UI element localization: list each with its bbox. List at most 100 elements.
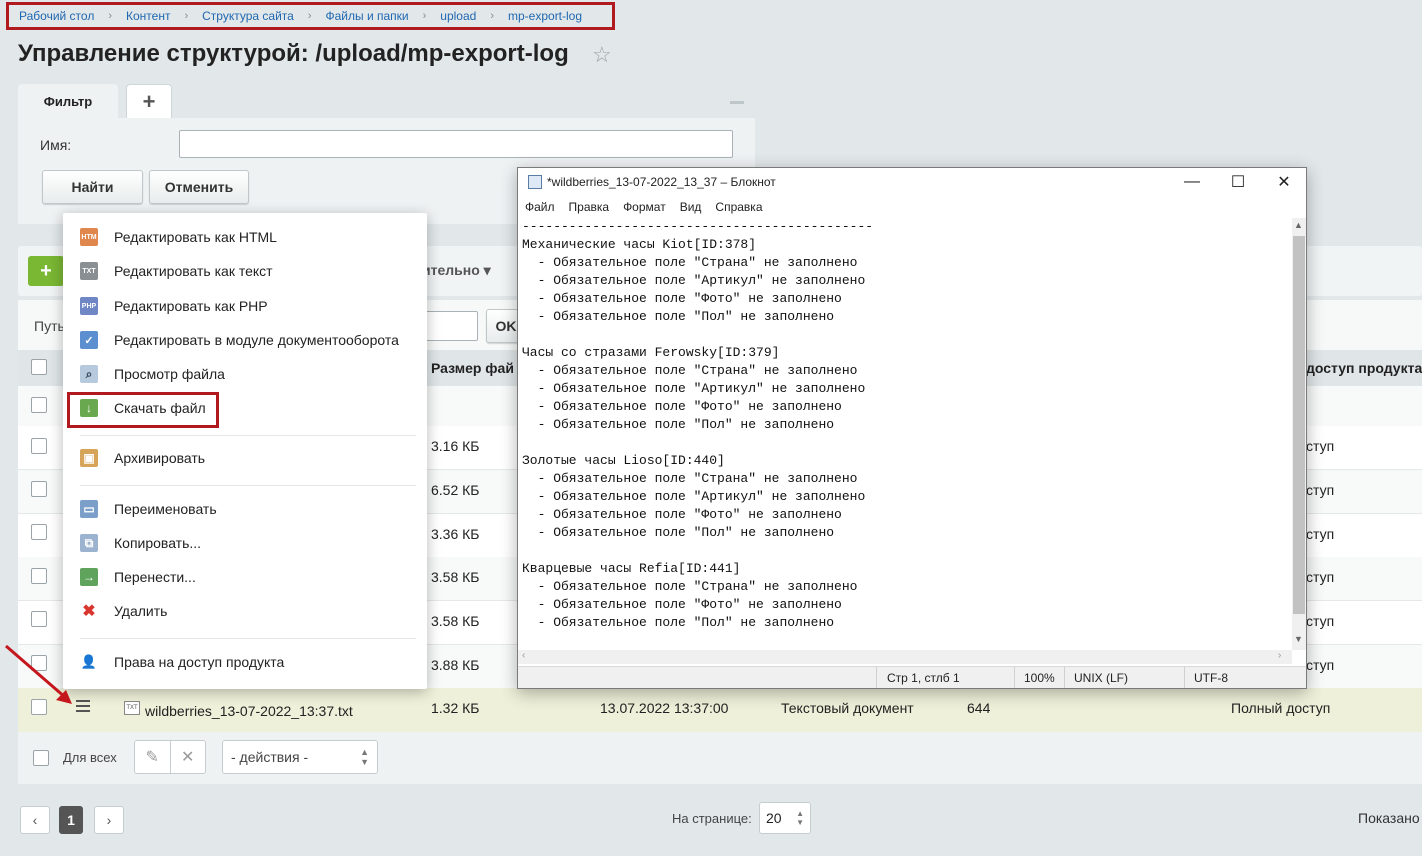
- breadcrumb-current[interactable]: mp-export-log: [508, 9, 582, 23]
- name-input[interactable]: [179, 130, 733, 158]
- menu-divider: [80, 435, 416, 436]
- minimize-icon[interactable]: —: [1169, 170, 1215, 194]
- file-size: 1.32 КБ: [431, 700, 480, 716]
- actions-select[interactable]: - действия - ▲ ▼: [222, 740, 378, 774]
- row-checkbox[interactable]: [31, 611, 47, 627]
- scroll-down-icon[interactable]: ▼: [1294, 634, 1303, 644]
- menu-format[interactable]: Формат: [623, 200, 666, 214]
- chevron-right-icon: ›: [184, 10, 189, 22]
- breadcrumb-files-folders[interactable]: Файлы и папки: [325, 9, 408, 23]
- select-arrows-icon: ▲ ▼: [796, 809, 804, 827]
- horizontal-scrollbar[interactable]: [518, 650, 1292, 664]
- status-encoding: UTF-8: [1194, 671, 1228, 685]
- row-checkbox[interactable]: [31, 438, 47, 454]
- menu-item-label: Перенести...: [114, 569, 196, 585]
- status-separator: [1014, 667, 1015, 688]
- page-1-button[interactable]: 1: [59, 806, 83, 834]
- row-access: ступ: [1306, 526, 1335, 542]
- find-button[interactable]: Найти: [42, 170, 143, 204]
- notepad-content[interactable]: ----------------------------------------…: [518, 218, 1292, 632]
- status-zoom: 100%: [1024, 671, 1055, 685]
- menu-edit-php[interactable]: PHP Редактировать как PHP: [80, 295, 268, 317]
- workflow-icon: ✓: [80, 331, 98, 349]
- breadcrumb-upload[interactable]: upload: [440, 9, 476, 23]
- scroll-up-icon[interactable]: ▲: [1294, 220, 1303, 230]
- menu-file[interactable]: Файл: [525, 200, 555, 214]
- pencil-icon[interactable]: ✎: [135, 741, 171, 773]
- breadcrumb-desktop[interactable]: Рабочий стол: [19, 9, 94, 23]
- breadcrumb-content[interactable]: Контент: [126, 9, 170, 23]
- extra-dropdown[interactable]: ительно ▾: [422, 262, 491, 279]
- name-label: Имя:: [40, 137, 72, 153]
- menu-item-label: Права на доступ продукта: [114, 654, 285, 670]
- row-size: 3.58 КБ: [431, 569, 480, 585]
- menu-help[interactable]: Справка: [715, 200, 762, 214]
- menu-item-label: Редактировать как PHP: [114, 298, 268, 314]
- menu-edit-text[interactable]: TXT Редактировать как текст: [80, 260, 273, 282]
- menu-view[interactable]: Вид: [680, 200, 702, 214]
- chevron-right-icon: ›: [108, 10, 112, 22]
- html-file-icon: HTM: [80, 228, 98, 246]
- menu-item-label: Переименовать: [114, 501, 217, 517]
- menu-copy[interactable]: ⧉ Копировать...: [80, 532, 201, 554]
- path-label: Путь: [34, 318, 65, 334]
- rename-icon: ▭: [80, 500, 98, 518]
- menu-view-file[interactable]: ⌕ Просмотр файла: [80, 363, 225, 385]
- menu-item-label: Копировать...: [114, 535, 202, 551]
- tab-filter[interactable]: Фильтр: [18, 84, 118, 118]
- path-input[interactable]: [422, 311, 478, 341]
- breadcrumb-site-structure[interactable]: Структура сайта: [202, 9, 294, 23]
- menu-edit-html[interactable]: HTM Редактировать как HTML: [80, 226, 277, 248]
- annotation-arrow-icon: [5, 644, 72, 704]
- row-access: ступ: [1306, 482, 1335, 498]
- row-checkbox[interactable]: [31, 481, 47, 497]
- add-filter-tab-button[interactable]: +: [126, 84, 172, 118]
- status-separator: [876, 667, 877, 688]
- menu-divider: [80, 638, 416, 639]
- status-eol: UNIX (LF): [1074, 671, 1128, 685]
- per-page-value: 20: [766, 810, 782, 826]
- for-all-label: Для всех: [63, 750, 117, 765]
- row-access: ступ: [1306, 657, 1335, 673]
- maximize-icon[interactable]: ☐: [1215, 170, 1261, 194]
- menu-item-label: Редактировать как текст: [114, 263, 273, 279]
- view-file-icon: ⌕: [80, 365, 98, 383]
- menu-archive[interactable]: ▣ Архивировать: [80, 447, 205, 469]
- close-icon[interactable]: ✕: [1261, 170, 1307, 194]
- row-checkbox[interactable]: [31, 397, 47, 413]
- file-name[interactable]: wildberries_13-07-2022_13:37.txt: [145, 703, 353, 719]
- menu-edit[interactable]: Правка: [569, 200, 610, 214]
- file-date: 13.07.2022 13:37:00: [600, 700, 729, 716]
- scroll-right-icon[interactable]: ›: [1278, 650, 1281, 661]
- prev-page-button[interactable]: ‹: [20, 806, 50, 834]
- cancel-button[interactable]: Отменить: [149, 170, 249, 204]
- edit-delete-group: ✎ ✕: [134, 740, 206, 774]
- notepad-text-area[interactable]: ----------------------------------------…: [518, 218, 1292, 650]
- collapse-icon[interactable]: [730, 101, 744, 104]
- breadcrumb: Рабочий стол › Контент › Структура сайта › …: [6, 2, 615, 30]
- row-checkbox[interactable]: [31, 568, 47, 584]
- menu-delete[interactable]: ✖ Удалить: [80, 600, 167, 622]
- next-page-button[interactable]: ›: [94, 806, 124, 834]
- vertical-scrollbar-thumb[interactable]: [1293, 236, 1305, 614]
- menu-rename[interactable]: ▭ Переименовать: [80, 498, 217, 520]
- menu-edit-workflow[interactable]: ✓ Редактировать в модуле документооборота: [80, 329, 399, 351]
- row-checkbox[interactable]: [31, 524, 47, 540]
- close-icon[interactable]: ✕: [171, 741, 206, 773]
- download-highlight-box: [67, 392, 219, 428]
- column-access[interactable]: доступ продукта: [1306, 360, 1422, 376]
- menu-item-label: Редактировать как HTML: [114, 229, 277, 245]
- select-all-checkbox[interactable]: [31, 359, 47, 375]
- menu-move[interactable]: → Перенести...: [80, 566, 196, 588]
- column-size[interactable]: Размер фай: [431, 360, 514, 376]
- actions-select-value: - действия -: [231, 749, 309, 765]
- add-button[interactable]: +: [28, 256, 64, 286]
- file-perms: 644: [967, 700, 991, 716]
- chevron-right-icon: ›: [422, 10, 427, 22]
- star-icon[interactable]: ☆: [592, 42, 612, 68]
- menu-access-rights[interactable]: 👤 Права на доступ продукта: [80, 651, 284, 673]
- menu-item-label: Архивировать: [114, 450, 206, 466]
- per-page-select[interactable]: 20 ▲ ▼: [759, 802, 811, 834]
- scroll-left-icon[interactable]: ‹: [522, 650, 525, 661]
- for-all-checkbox[interactable]: [33, 750, 49, 766]
